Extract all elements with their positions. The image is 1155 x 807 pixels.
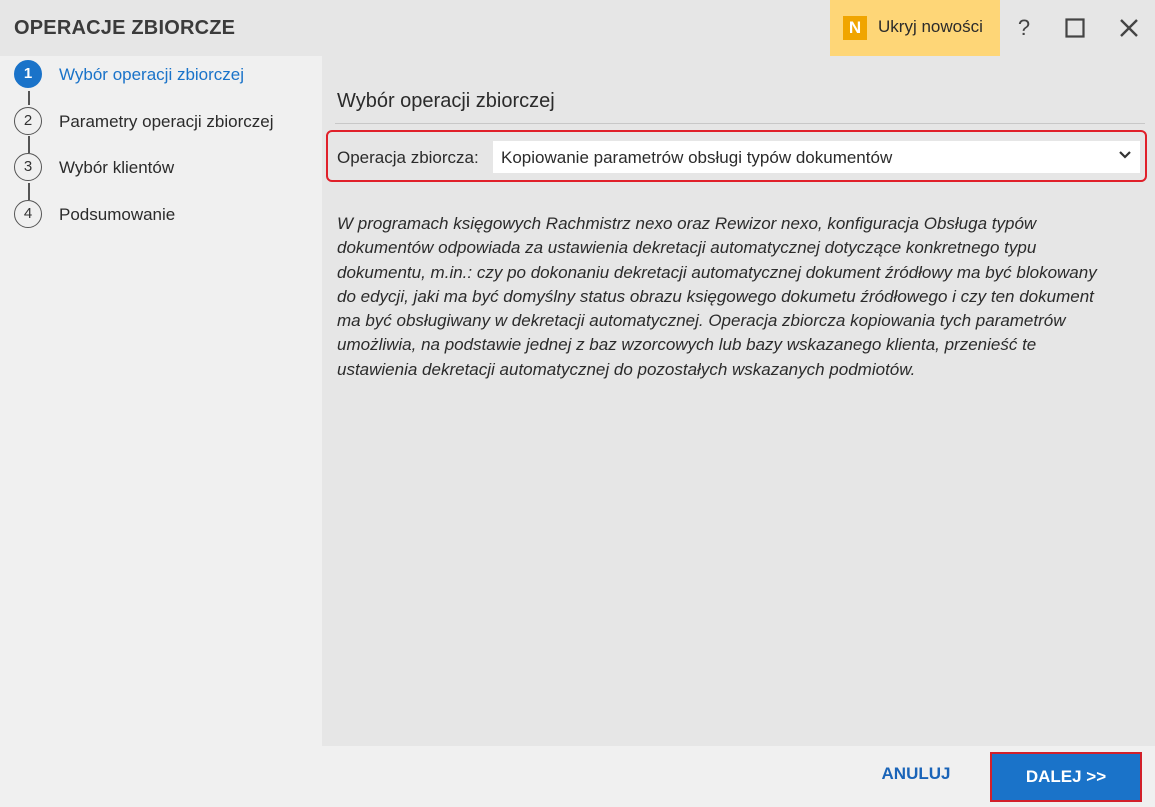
help-button[interactable]: ? — [1009, 14, 1039, 42]
description-line: ma być obsługiwany w dekretacji automaty… — [337, 311, 1066, 331]
step-number: 3 — [14, 153, 42, 181]
description-line: ustawienia dekretacji automatycznej do p… — [337, 359, 916, 379]
step-label: Wybór operacji zbiorczej — [59, 65, 245, 84]
main-panel: Wybór operacji zbiorczej Operacja zbiorc… — [322, 56, 1155, 746]
hide-news-label: Ukryj nowości — [878, 17, 983, 36]
description-line: W programach księgowych Rachmistrz nexo … — [337, 214, 1037, 233]
close-icon — [1120, 19, 1138, 37]
description-line: dokumentu, m.in.: czy po dokonaniu dekre… — [337, 262, 1097, 282]
section-divider — [335, 123, 1145, 124]
step-number: 4 — [14, 200, 42, 228]
operation-select-value: Kopiowanie parametrów obsługi typów doku… — [501, 148, 893, 167]
next-button[interactable]: DALEJ >> — [990, 752, 1142, 802]
step-number: 1 — [14, 60, 42, 88]
operation-label: Operacja zbiorcza: — [337, 148, 479, 167]
title-bar: OPERACJE ZBIORCZE N Ukryj nowości ? — [0, 0, 1155, 56]
step-2-parametry[interactable]: 2 Parametry operacji zbiorczej — [14, 104, 314, 138]
step-label: Podsumowanie — [59, 205, 176, 224]
step-number: 2 — [14, 107, 42, 135]
operation-row: Operacja zbiorcza: Kopiowanie parametrów… — [326, 130, 1147, 182]
step-label: Parametry operacji zbiorczej — [59, 112, 274, 131]
step-label: Wybór klientów — [59, 158, 175, 177]
step-1-wybor-operacji[interactable]: 1 Wybór operacji zbiorczej — [14, 57, 314, 91]
operation-select[interactable]: Kopiowanie parametrów obsługi typów doku… — [493, 141, 1140, 173]
step-3-wybor-klientow[interactable]: 3 Wybór klientów — [14, 150, 314, 184]
description-line: dokumentów odpowiada za ustawienia dekre… — [337, 238, 1037, 258]
wizard-stepper: 1 Wybór operacji zbiorczej 2 Parametry o… — [0, 56, 320, 746]
help-icon: ? — [1017, 15, 1031, 40]
maximize-icon — [1065, 18, 1085, 38]
cancel-button[interactable]: ANULUJ — [870, 764, 962, 790]
description-line: do edycji, jaki ma być domyślny status o… — [337, 286, 1094, 306]
section-title: Wybór operacji zbiorczej — [337, 90, 555, 112]
maximize-button[interactable] — [1060, 14, 1090, 42]
chevron-down-icon — [1119, 151, 1131, 159]
window-title: OPERACJE ZBIORCZE — [14, 17, 236, 39]
operation-description: W programach księgowych Rachmistrz nexo … — [337, 212, 1137, 382]
description-line: umożliwia, na podstawie jednej z baz wzo… — [337, 335, 1037, 355]
step-connector — [28, 91, 30, 105]
footer-bar: ANULUJ DALEJ >> — [0, 746, 1155, 807]
hide-news-button[interactable]: N Ukryj nowości — [830, 0, 1000, 56]
news-badge-icon: N — [843, 16, 867, 40]
close-button[interactable] — [1114, 14, 1144, 42]
step-4-podsumowanie[interactable]: 4 Podsumowanie — [14, 197, 314, 231]
